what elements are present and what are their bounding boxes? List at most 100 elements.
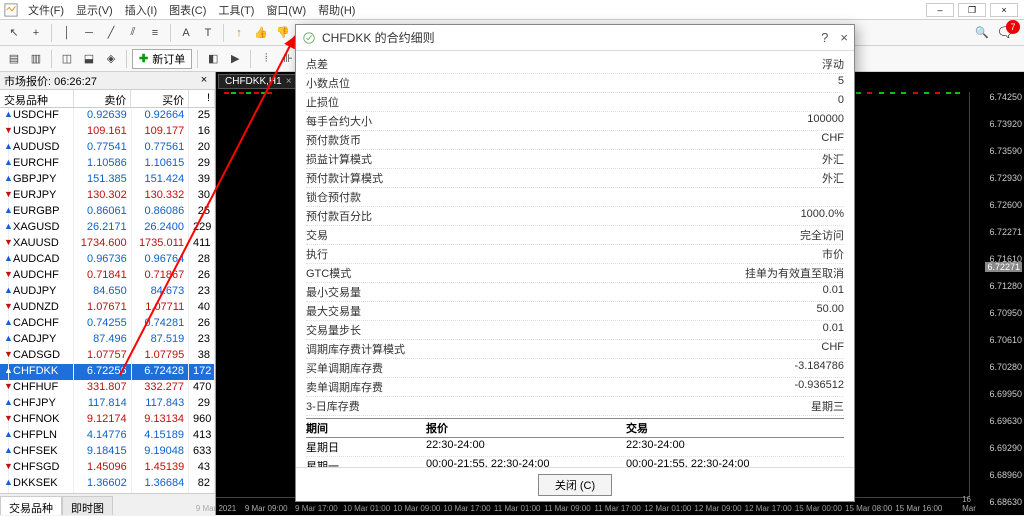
x-tick: 15 Mar 16:00 [895,504,942,513]
menu-file[interactable]: 文件(F) [22,0,70,20]
chart-tab[interactable]: CHFDKK,H1 × [218,74,299,89]
crosshair-tool-icon[interactable]: + [26,23,46,43]
symbol-row-audjpy[interactable]: ▲AUDJPY84.65084.67323 [0,284,215,300]
market-watch-rows: ▲USDCHF0.926390.9266425▼USDJPY109.161109… [0,108,215,493]
nav-tree-icon[interactable]: ◫ [57,49,77,69]
autotrade-icon[interactable]: ▶ [225,49,245,69]
trendline-tool-icon[interactable]: ╱ [101,23,121,43]
arrow-icon[interactable]: ↑ [229,23,249,43]
menu-charts[interactable]: 图表(C) [163,0,212,20]
symbol-row-gbpjpy[interactable]: ▲GBPJPY151.385151.42439 [0,172,215,188]
sched-day: 星期日 [306,439,426,455]
symbol-row-audusd[interactable]: ▲AUDUSD0.775410.7756120 [0,140,215,156]
symbol-row-xagusd[interactable]: ▲XAGUSD26.217126.2400229 [0,220,215,236]
y-tick: 6.70950 [989,308,1022,318]
new-chart-icon[interactable]: ▤ [4,49,24,69]
menu-tools[interactable]: 工具(T) [212,0,260,20]
menu-help[interactable]: 帮助(H) [312,0,361,20]
symbol-row-usdjpy[interactable]: ▼USDJPY109.161109.17716 [0,124,215,140]
label-tool-icon[interactable]: T [198,23,218,43]
col-ask[interactable]: 买价 [131,90,189,107]
symbol-row-usdchf[interactable]: ▲USDCHF0.926390.9266425 [0,108,215,124]
prop-row: 损益计算模式外汇 [306,150,844,169]
terminal-icon[interactable]: ⬓ [79,49,99,69]
col-bid[interactable]: 卖价 [74,90,132,107]
symbol-ask: 9.13134 [132,412,189,428]
close-window-button[interactable]: × [990,3,1018,17]
chart-tab-close-icon[interactable]: × [286,76,292,87]
symbol-row-chfdkk[interactable]: ▲CHFDKK6.722566.72428172 [0,364,215,380]
prop-val: 100000 [807,113,844,129]
prop-val: 0.01 [823,322,844,338]
dialog-titlebar[interactable]: CHFDKK 的合约细则 ? × [296,25,854,51]
x-tick: 15 Mar 08:00 [845,504,892,513]
bars-icon[interactable]: ⦙ [256,49,276,69]
col-symbol[interactable]: 交易品种 [0,90,74,107]
symbol-name: CADCHF [9,316,74,332]
symbol-ask: 0.92664 [132,108,189,124]
dir-icon: ▼ [0,188,9,204]
symbol-bid: 1.07757 [74,348,131,364]
prop-val: 外汇 [822,151,844,167]
tester-icon[interactable]: ◈ [101,49,121,69]
symbol-row-chfsek[interactable]: ▲CHFSEK9.184159.19048633 [0,444,215,460]
tab-symbols[interactable]: 交易品种 [0,496,62,515]
dir-icon: ▲ [0,156,9,172]
close-button[interactable]: 关闭 (C) [538,474,612,496]
symbol-row-chfsgd[interactable]: ▼CHFSGD1.450961.4513943 [0,460,215,476]
symbol-row-chfjpy[interactable]: ▲CHFJPY117.814117.84329 [0,396,215,412]
symbol-name: AUDCHF [9,268,74,284]
symbol-row-cadchf[interactable]: ▲CADCHF0.742550.7428126 [0,316,215,332]
thumbsup-icon[interactable]: 👍 [251,23,271,43]
new-order-button[interactable]: ✚ 新订单 [132,49,192,69]
search-icon[interactable]: 🔍 [972,23,992,43]
symbol-row-eurgbp[interactable]: ▲EURGBP0.860610.8608625 [0,204,215,220]
symbol-row-dkksek[interactable]: ▲DKKSEK1.366021.3668482 [0,476,215,492]
text-tool-icon[interactable]: A [176,23,196,43]
maximize-button[interactable]: ❐ [958,3,986,17]
profiles-icon[interactable]: ▥ [26,49,46,69]
menu-view[interactable]: 显示(V) [70,0,119,20]
symbol-row-audchf[interactable]: ▼AUDCHF0.718410.7186726 [0,268,215,284]
prop-row: 交易量步长0.01 [306,321,844,340]
dialog-help-icon[interactable]: ? [821,30,828,45]
thumbsdown-icon[interactable]: 👎 [273,23,293,43]
x-tick: 9 Mar 2021 [196,504,236,513]
metaquotes-icon[interactable]: ◧ [203,49,223,69]
symbol-row-audnzd[interactable]: ▼AUDNZD1.076711.0771140 [0,300,215,316]
prop-key: 买单调期库存费 [306,360,383,376]
symbol-spread: 633 [189,444,215,460]
symbol-row-cadjpy[interactable]: ▲CADJPY87.49687.51923 [0,332,215,348]
symbol-spread: 26 [189,316,215,332]
tab-tick[interactable]: 即时图 [62,496,113,515]
symbol-name: AUDCAD [9,252,74,268]
symbol-row-eurchf[interactable]: ▲EURCHF1.105861.1061529 [0,156,215,172]
prop-row: 点差浮动 [306,55,844,74]
prop-val: -3.184786 [794,360,844,376]
symbol-bid: 331.807 [74,380,131,396]
symbol-name: XAUUSD [9,236,74,252]
menu-window[interactable]: 窗口(W) [260,0,312,20]
vline-tool-icon[interactable]: │ [57,23,77,43]
menu-insert[interactable]: 插入(I) [119,0,163,20]
market-watch-close-icon[interactable]: × [197,74,211,88]
symbol-spread: 26 [189,268,215,284]
symbol-row-xauusd[interactable]: ▼XAUUSD1734.6001735.011411 [0,236,215,252]
symbol-ask: 1.45139 [132,460,189,476]
dialog-close-icon[interactable]: × [840,30,848,45]
dir-icon: ▼ [0,236,9,252]
symbol-row-chfpln[interactable]: ▲CHFPLN4.147764.15189413 [0,428,215,444]
hline-tool-icon[interactable]: ─ [79,23,99,43]
symbol-spread: 82 [189,476,215,492]
symbol-row-audcad[interactable]: ▲AUDCAD0.967360.9676428 [0,252,215,268]
symbol-row-cadsgd[interactable]: ▼CADSGD1.077571.0779538 [0,348,215,364]
col-last[interactable]: ! [189,90,215,107]
fibo-tool-icon[interactable]: ≡ [145,23,165,43]
symbol-row-chfhuf[interactable]: ▼CHFHUF331.807332.277470 [0,380,215,396]
symbol-row-chfnok[interactable]: ▼CHFNOK9.121749.13134960 [0,412,215,428]
x-tick: 10 Mar 01:00 [343,504,390,513]
minimize-button[interactable]: – [926,3,954,17]
channel-tool-icon[interactable]: ⫽ [123,23,143,43]
symbol-row-eurjpy[interactable]: ▼EURJPY130.302130.33230 [0,188,215,204]
cursor-tool-icon[interactable]: ↖ [4,23,24,43]
